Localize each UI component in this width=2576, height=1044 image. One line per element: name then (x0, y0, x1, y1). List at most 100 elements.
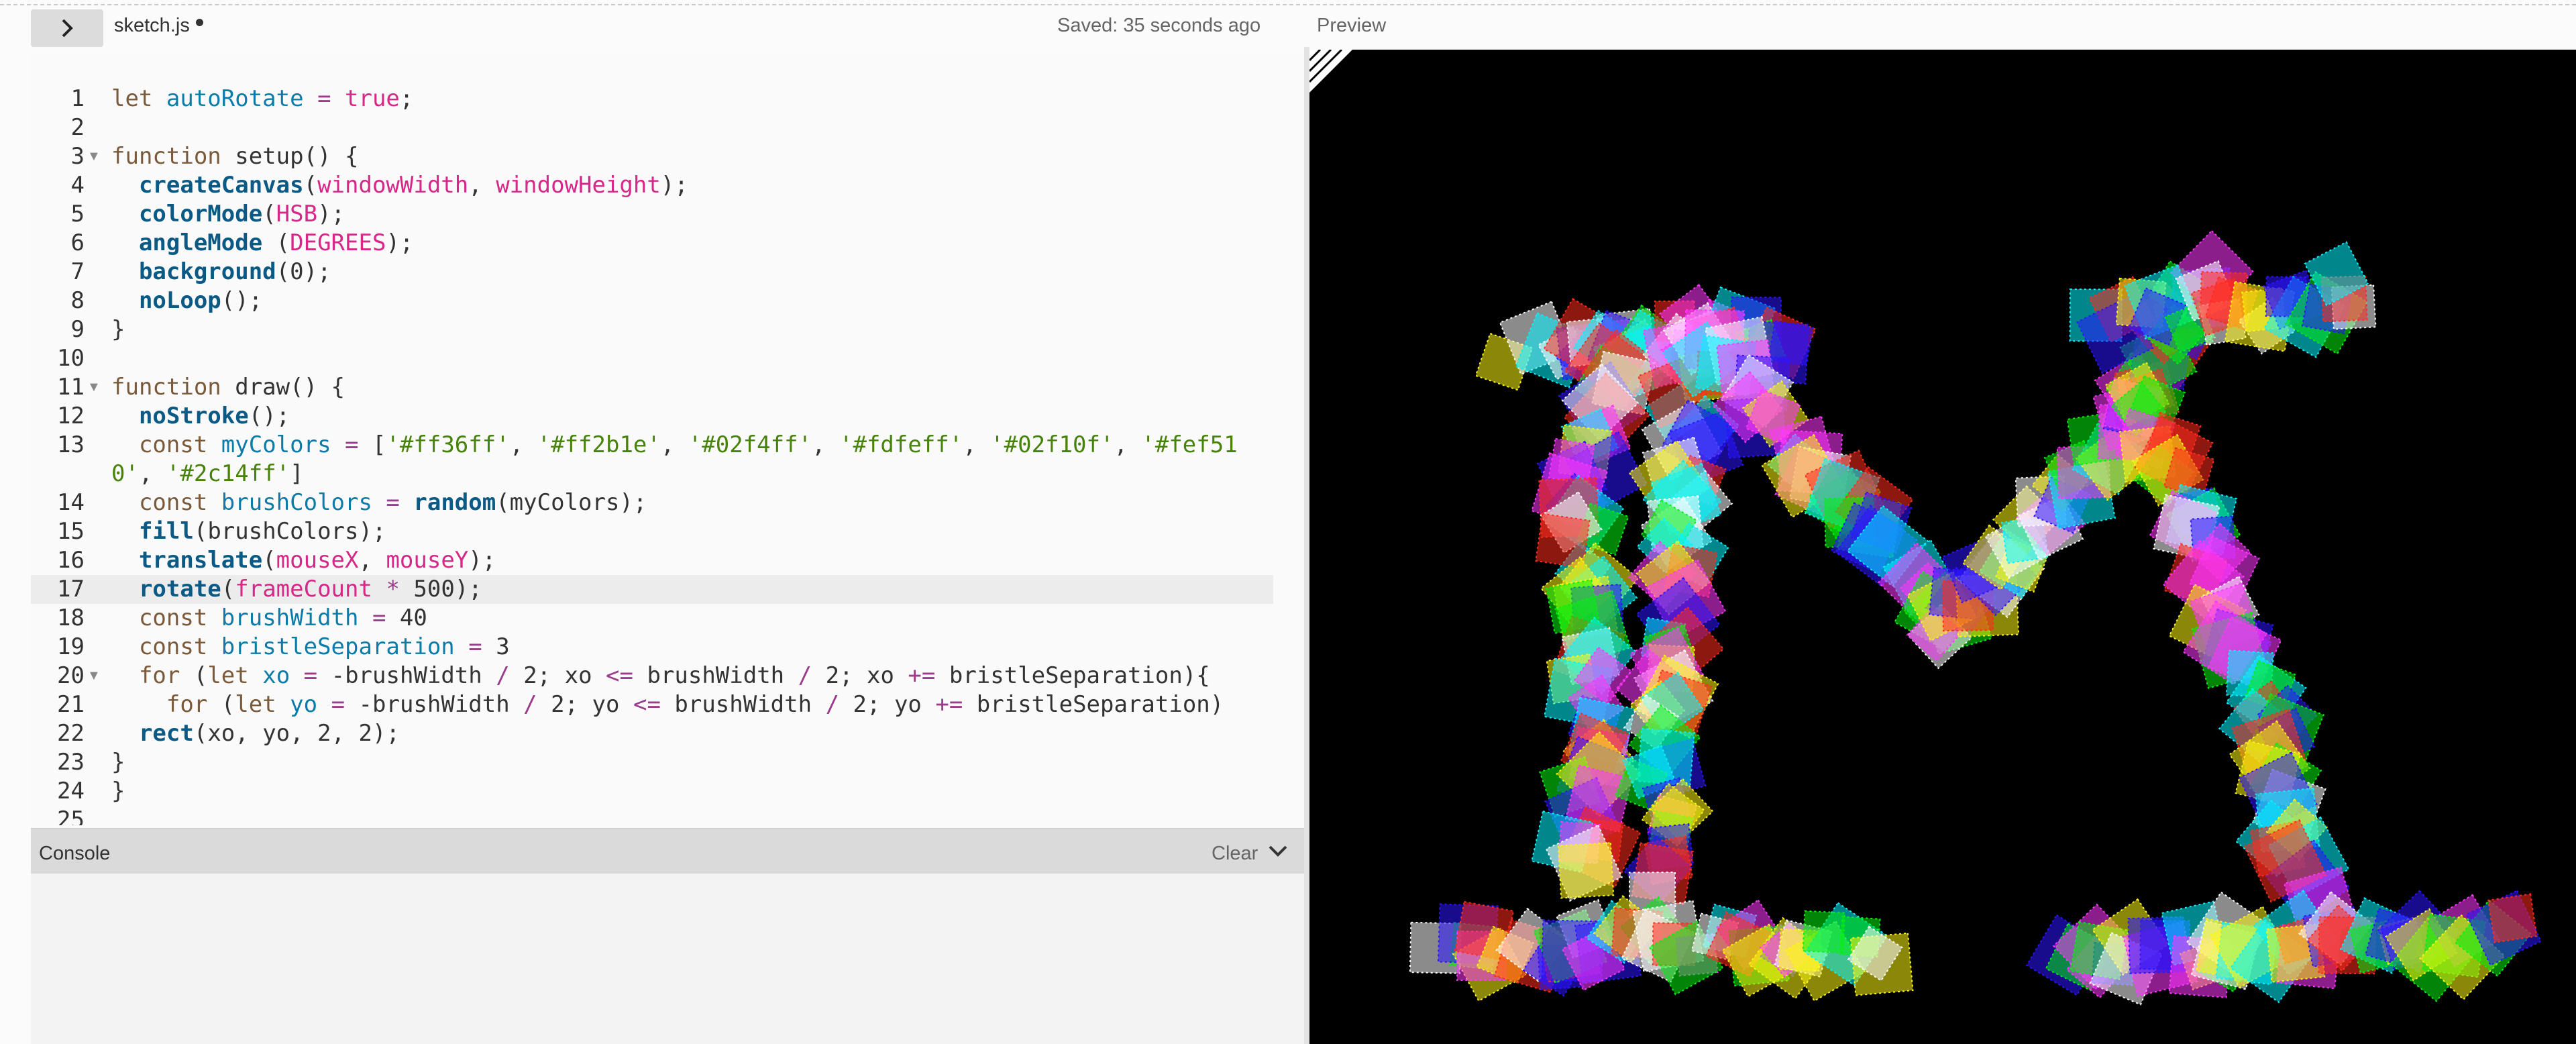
code-token: ; xo (839, 662, 908, 689)
code-token: bristleSeparation){ (949, 662, 1210, 689)
file-name-tab[interactable]: sketch.js (114, 15, 190, 37)
code-token: ( (262, 201, 276, 227)
code-token: 2 (358, 720, 372, 747)
line-number: 21 (57, 691, 85, 718)
chevron-right-icon (62, 19, 73, 38)
code-token: * (372, 576, 414, 603)
code-token: const (138, 633, 221, 660)
code-token: , (660, 431, 688, 458)
code-line[interactable]: 22 rect(xo, yo, 2, 2); (31, 719, 1273, 748)
sketch-drawing (1409, 229, 2542, 1006)
line-number: 20 (57, 662, 85, 689)
code-token: mouseY (386, 547, 469, 574)
code-line[interactable]: 12 noStroke(); (31, 402, 1273, 431)
line-number: 15 (57, 518, 85, 545)
chevron-down-icon[interactable] (1268, 844, 1288, 859)
code-token: ( (221, 691, 235, 718)
code-line[interactable]: 7 background(0); (31, 258, 1273, 286)
unsaved-indicator (196, 19, 203, 26)
code-token: bristleSeparation (221, 633, 455, 660)
code-token: frameCount (235, 576, 372, 603)
code-token: , (963, 431, 991, 458)
pane-divider[interactable] (1304, 47, 1309, 1044)
line-number: 22 (57, 720, 85, 747)
code-token: , (468, 172, 496, 199)
code-line[interactable]: 8 noLoop(); (31, 286, 1273, 315)
code-token: 2 (523, 662, 537, 689)
code-editor[interactable]: 1 let autoRotate = true; 2 3 ▼ function setup… (31, 52, 1304, 825)
code-line[interactable]: 9} (31, 315, 1273, 344)
code-text: rotate(frameCount * 500); (111, 575, 1272, 604)
code-token: = (454, 633, 496, 660)
code-line[interactable]: 5 colorMode(HSB); (31, 200, 1273, 229)
code-text: for (let xo = -brushWidth / 2; xo <= bru… (111, 662, 1272, 690)
code-token: ( (193, 662, 208, 689)
code-line[interactable]: 1 let autoRotate = true; (31, 85, 1273, 113)
code-line[interactable]: 10 (31, 344, 1273, 373)
code-token: setup() { (235, 143, 359, 170)
fold-arrow-icon[interactable]: ▼ (87, 373, 101, 402)
code-line[interactable]: 14 const brushColors = random(myColors); (31, 488, 1273, 517)
code-token: -brushWidth (358, 691, 524, 718)
code-line[interactable]: 19 const bristleSeparation = 3 (31, 633, 1273, 662)
code-text: } (111, 748, 1272, 777)
fold-arrow-icon[interactable]: ▼ (87, 662, 101, 690)
code-line[interactable]: 13 const myColors = ['#ff36ff', '#ff2b1e… (31, 431, 1273, 488)
code-token: / (496, 662, 524, 689)
resize-handle-icon[interactable] (1309, 50, 1352, 93)
console-clear-button[interactable]: Clear (1212, 843, 1258, 865)
code-line[interactable]: 17 rotate(frameCount * 500); (31, 575, 1273, 604)
code-token: brushWidth (647, 662, 798, 689)
line-number: 19 (57, 633, 85, 660)
code-token: translate (138, 547, 263, 574)
line-number: 25 (57, 806, 85, 825)
code-line[interactable]: 3 ▼ function setup() { (31, 142, 1273, 171)
code-line[interactable]: 20 ▼ for (let xo = -brushWidth / 2; xo <=… (31, 662, 1273, 690)
code-line[interactable]: 15 fill(brushColors); (31, 517, 1273, 546)
line-number: 17 (57, 576, 85, 603)
code-line[interactable]: 24} (31, 777, 1273, 806)
code-token: angleMode (138, 229, 263, 256)
fold-arrow-icon[interactable]: ▼ (87, 142, 101, 171)
code-text: function setup() { (111, 142, 1272, 171)
line-number: 5 (70, 201, 85, 227)
code-text: noLoop(); (111, 286, 1272, 315)
code-token: noLoop (138, 287, 221, 314)
code-token: / (825, 691, 853, 718)
preview-canvas[interactable] (1309, 50, 2576, 1044)
line-number: 18 (57, 605, 85, 631)
code-token: brushWidth (221, 605, 359, 631)
code-token: fill (138, 518, 194, 545)
code-line[interactable]: 21 for (let yo = -brushWidth / 2; yo <= … (31, 690, 1273, 719)
code-text: noStroke(); (111, 402, 1272, 431)
code-line[interactable]: 25 (31, 806, 1273, 825)
code-token: const (138, 605, 221, 631)
code-line[interactable]: 6 angleMode (DEGREES); (31, 229, 1273, 258)
sidebar-toggle-button[interactable] (31, 9, 103, 47)
code-token: (xo, yo, (193, 720, 318, 747)
top-border (0, 4, 2576, 5)
code-token: } (111, 778, 125, 804)
code-line[interactable]: 4 createCanvas(windowWidth, windowHeight… (31, 171, 1273, 200)
code-token: for (138, 662, 194, 689)
code-line[interactable]: 2 (31, 113, 1273, 142)
code-token: (); (221, 287, 263, 314)
code-line[interactable]: 23} (31, 748, 1273, 777)
code-token: = (358, 605, 400, 631)
code-line[interactable]: 16 translate(mouseX, mouseY); (31, 546, 1273, 575)
code-token: 2 (853, 691, 867, 718)
line-number: 4 (70, 172, 85, 199)
line-number: 23 (57, 749, 85, 776)
code-text: background(0); (111, 258, 1272, 286)
code-text: rect(xo, yo, 2, 2); (111, 719, 1272, 748)
code-token: DEGREES (290, 229, 386, 256)
code-line[interactable]: 11 ▼ function draw() { (31, 373, 1273, 402)
code-line[interactable]: 18 const brushWidth = 40 (31, 604, 1273, 633)
code-token: 3 (496, 633, 510, 660)
